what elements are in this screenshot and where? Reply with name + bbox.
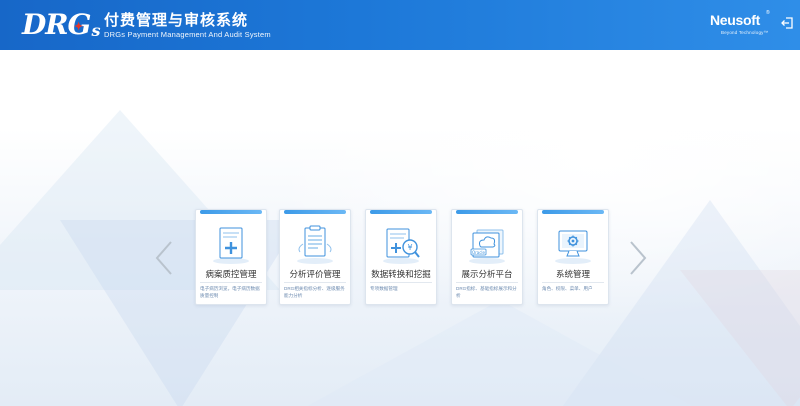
module-card-case-quality[interactable]: 病案质控管理 电子病历浏览，电子病历数据质量控制 <box>195 209 267 305</box>
chevron-right-icon[interactable] <box>627 240 649 276</box>
module-description: DRG指标、基础指标展示和分析 <box>456 286 517 298</box>
module-card-display-platform[interactable]: Oracle 展示分析平台 DRG指标、基础指标展示和分析 <box>451 209 523 305</box>
system-title: 付费管理与审核系统 <box>104 12 249 29</box>
module-name: 展示分析平台 <box>461 269 513 279</box>
module-card-system-management[interactable]: 系统管理 角色、权限、菜单、用户 <box>537 209 609 305</box>
neusoft-logo: Neusoft <box>710 12 761 28</box>
module-description: DRG相关指标分析、逐级服务能力分析 <box>284 286 345 298</box>
module-name: 分析评价管理 <box>289 269 341 279</box>
module-name: 数据转换和挖掘 <box>371 269 431 279</box>
module-card-analysis-evaluation[interactable]: 分析评价管理 DRG相关指标分析、逐级服务能力分析 <box>279 209 351 305</box>
svg-text:Oracle: Oracle <box>472 250 486 255</box>
brand-tagline: Beyond Technology™ <box>721 30 769 35</box>
module-name: 系统管理 <box>555 269 590 279</box>
drgs-logo: DRGs ✦ <box>22 8 100 41</box>
card-accent-bar <box>200 210 262 214</box>
module-card-data-mining[interactable]: ¥ 数据转换和挖掘 专项数据管理 <box>365 209 437 305</box>
card-accent-bar <box>456 210 518 214</box>
system-settings-icon <box>555 230 591 264</box>
registered-mark: ® <box>766 10 770 16</box>
module-name: 病案质控管理 <box>205 269 257 279</box>
medical-record-icon <box>213 227 249 264</box>
module-description: 角色、权限、菜单、用户 <box>542 286 593 291</box>
logout-icon[interactable] <box>780 16 794 30</box>
module-description: 电子病历浏览，电子病历数据质量控制 <box>200 286 260 298</box>
system-subtitle: DRGs Payment Management And Audit System <box>104 30 271 39</box>
evaluation-document-icon <box>297 225 333 264</box>
data-mining-icon: ¥ <box>383 228 420 264</box>
card-accent-bar <box>542 210 604 214</box>
chevron-left-icon[interactable] <box>153 240 175 276</box>
cloud-database-icon: Oracle <box>469 229 505 264</box>
card-accent-bar <box>370 210 432 214</box>
module-description: 专项数据管理 <box>370 286 398 291</box>
app-header: DRGs ✦ 付费管理与审核系统 DRGs Payment Management… <box>0 0 800 50</box>
card-accent-bar <box>284 210 346 214</box>
svg-text:¥: ¥ <box>407 243 412 252</box>
